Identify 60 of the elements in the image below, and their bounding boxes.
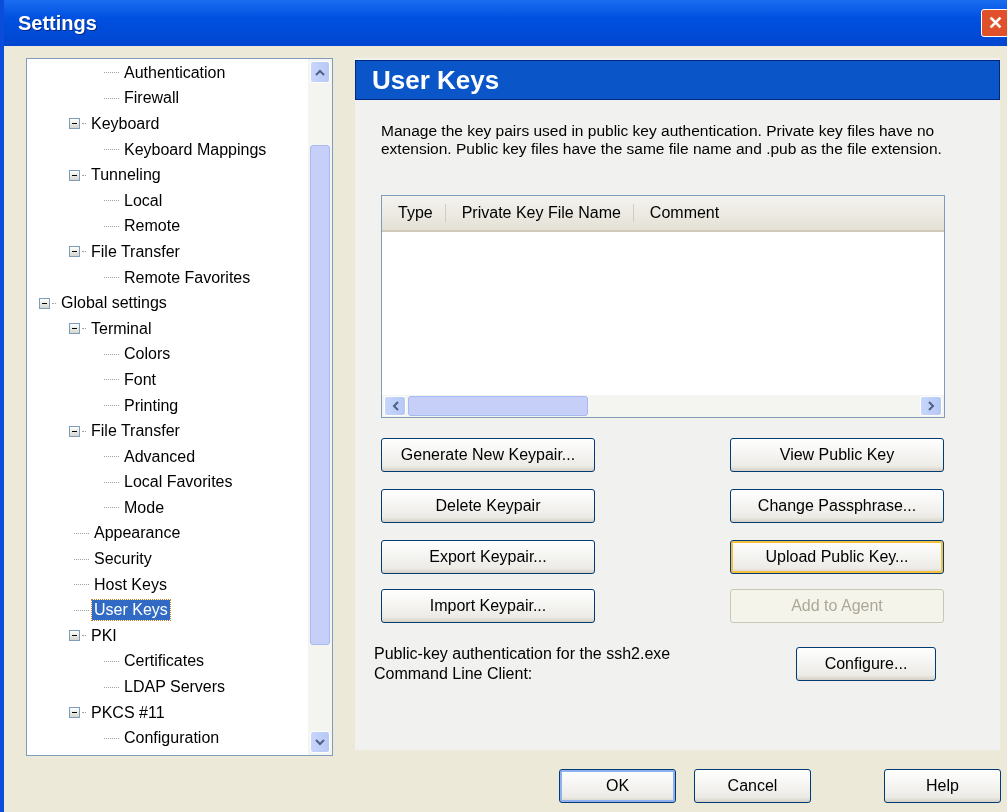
scroll-up-icon[interactable] <box>315 68 325 76</box>
configure-button[interactable]: Configure... <box>796 647 936 681</box>
dialog-button[interactable]: OK <box>559 769 676 803</box>
collapse-icon[interactable] <box>69 169 80 181</box>
tree-item[interactable]: Font <box>122 369 158 390</box>
collapse-icon[interactable] <box>69 425 80 437</box>
action-button[interactable]: Upload Public Key... <box>730 540 944 574</box>
tree-item[interactable]: Configuration <box>122 728 222 749</box>
column-header[interactable]: Private Key File Name <box>445 204 634 222</box>
tree-item[interactable]: Appearance <box>92 523 183 544</box>
close-button[interactable]: ✕ <box>981 9 1007 37</box>
tree-item[interactable]: Security <box>92 549 154 570</box>
tree-item[interactable]: Authentication <box>122 62 228 83</box>
tree-item[interactable]: Local <box>122 190 165 211</box>
tree-item[interactable]: Firewall <box>122 88 182 109</box>
tree-item[interactable]: File Transfer <box>89 241 182 262</box>
tree-item[interactable]: Global settings <box>59 293 169 314</box>
collapse-icon[interactable] <box>69 323 80 335</box>
action-button[interactable]: Delete Keypair <box>381 489 595 523</box>
scroll-down-icon[interactable] <box>315 738 325 746</box>
tree-item[interactable]: Mode <box>122 497 167 518</box>
tree-item[interactable]: User Keys <box>92 600 170 621</box>
action-button[interactable]: View Public Key <box>730 438 944 472</box>
horizontal-scrollbar[interactable] <box>382 395 944 417</box>
collapse-icon[interactable] <box>69 246 80 258</box>
collapse-icon[interactable] <box>69 118 80 130</box>
action-button[interactable]: Import Keypair... <box>381 589 595 623</box>
collapse-icon[interactable] <box>69 630 80 642</box>
window-title: Settings <box>18 11 97 35</box>
tree-item[interactable]: Printing <box>122 395 181 416</box>
cli-label: Public-key authentication for the ssh2.exe Command Line Client: <box>374 644 672 684</box>
column-header[interactable]: Type <box>382 204 446 222</box>
tree-item[interactable]: Tunneling <box>89 165 163 186</box>
vertical-scrollbar[interactable] <box>308 59 332 755</box>
column-header[interactable]: Comment <box>633 204 732 222</box>
scroll-right-icon[interactable] <box>927 401 935 411</box>
dialog-button[interactable]: Help <box>884 769 1001 803</box>
action-button[interactable]: Change Passphrase... <box>730 489 944 523</box>
dialog-button[interactable]: Cancel <box>694 769 811 803</box>
tree-item[interactable]: PKI <box>89 625 119 646</box>
tree-item[interactable]: Keyboard <box>89 114 162 134</box>
tree-item[interactable]: Advanced <box>122 446 198 467</box>
tree-item[interactable]: PKCS #11 <box>89 702 167 723</box>
tree-item[interactable]: Remote <box>122 216 183 237</box>
tree-item[interactable]: File Transfer <box>89 421 182 442</box>
scroll-left-icon[interactable] <box>391 401 399 411</box>
tree-item[interactable]: Colors <box>122 344 173 365</box>
tree-item[interactable]: Local Favorites <box>122 472 235 493</box>
collapse-icon[interactable] <box>69 707 80 719</box>
panel-title: User Keys <box>355 60 1000 100</box>
action-button[interactable]: Generate New Keypair... <box>381 438 595 472</box>
tree-item[interactable]: Terminal <box>89 318 154 339</box>
action-button[interactable]: Export Keypair... <box>381 540 595 574</box>
tree-item[interactable]: Remote Favorites <box>122 267 253 288</box>
collapse-icon[interactable] <box>39 297 50 309</box>
description-text: Manage the key pairs used in public key authentication. Private key files have no extension. Public key files have the same file name and .pub as the file extension. <box>381 122 943 158</box>
tree-item[interactable]: Host Keys <box>92 574 169 595</box>
tree-item[interactable]: LDAP Servers <box>122 677 228 698</box>
tree-item[interactable]: Keyboard Mappings <box>122 139 269 160</box>
tree-item[interactable]: Certificates <box>122 651 207 672</box>
